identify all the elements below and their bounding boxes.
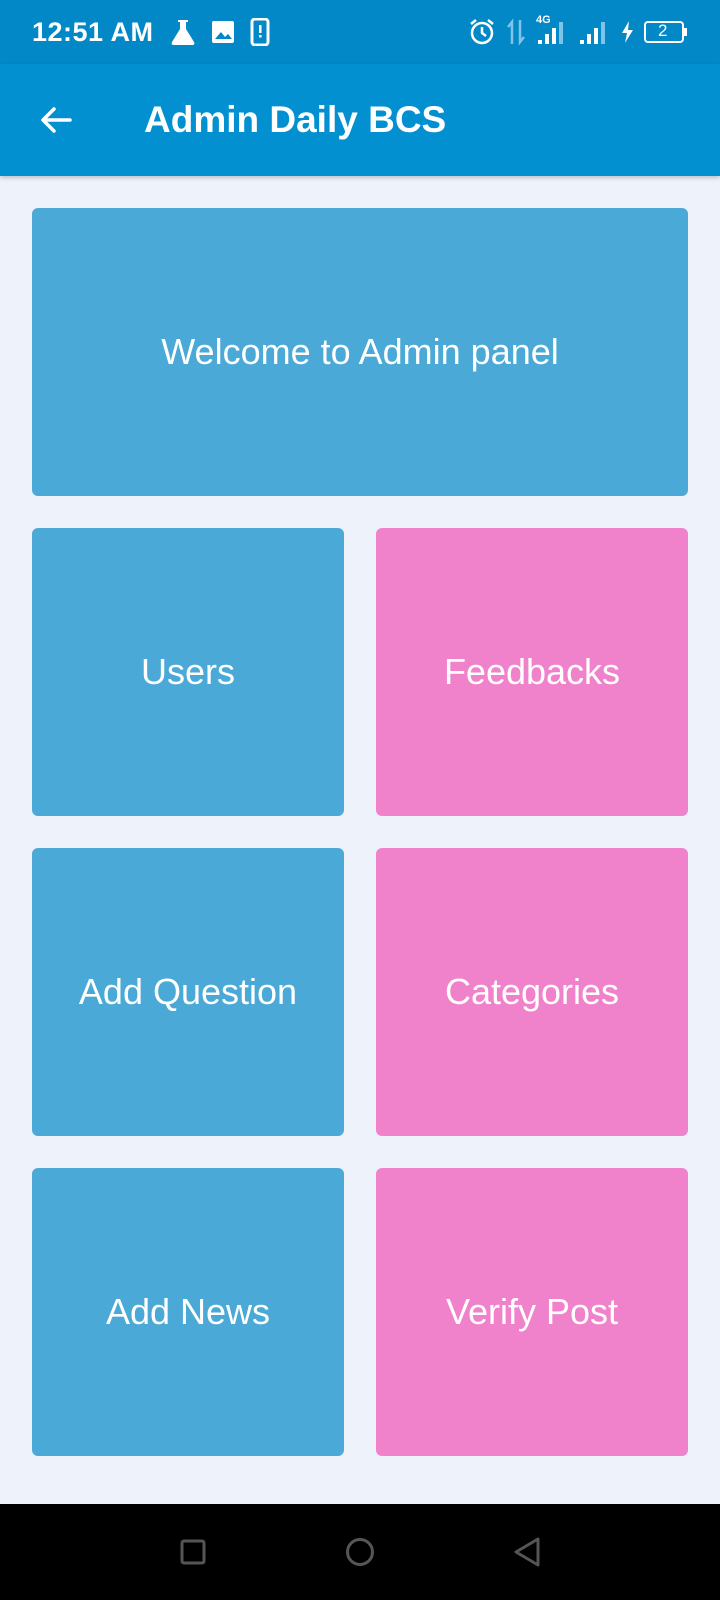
- phone-alert-icon: [250, 18, 270, 46]
- arrow-left-icon: [38, 102, 74, 138]
- categories-button[interactable]: Categories: [376, 848, 688, 1136]
- add-question-button[interactable]: Add Question: [32, 848, 344, 1136]
- status-system-icons: 4G 2: [468, 14, 688, 46]
- verify-post-label: Verify Post: [445, 1291, 619, 1332]
- flask-icon: [170, 18, 196, 46]
- status-notification-icons: [170, 18, 270, 46]
- alarm-icon: [468, 18, 496, 46]
- home-circle-icon: [344, 1536, 376, 1568]
- network-type-label: 4G: [536, 14, 551, 26]
- battery-icon: 2: [644, 20, 688, 44]
- home-button[interactable]: [330, 1522, 390, 1582]
- charging-icon: [620, 20, 634, 44]
- add-news-label: Add News: [105, 1291, 271, 1332]
- add-question-label: Add Question: [78, 971, 298, 1012]
- recents-square-icon: [179, 1538, 207, 1566]
- welcome-banner: Welcome to Admin panel: [32, 208, 688, 496]
- system-back-button[interactable]: [497, 1522, 557, 1582]
- verify-post-button[interactable]: Verify Post: [376, 1168, 688, 1456]
- back-button[interactable]: [28, 92, 84, 148]
- add-news-button[interactable]: Add News: [32, 1168, 344, 1456]
- signal-4g-icon: 4G: [536, 14, 568, 46]
- status-time: 12:51 AM: [32, 16, 154, 47]
- signal-icon: [578, 18, 610, 46]
- system-nav-bar: [0, 1504, 720, 1600]
- status-bar: 12:51 AM 4G 2: [0, 0, 720, 64]
- page-title: Admin Daily BCS: [144, 99, 447, 140]
- app-bar: Admin Daily BCS: [0, 64, 720, 176]
- back-triangle-icon: [512, 1536, 542, 1568]
- recents-button[interactable]: [163, 1522, 223, 1582]
- feedbacks-label: Feedbacks: [443, 651, 621, 692]
- image-icon: [210, 19, 236, 45]
- users-button[interactable]: Users: [32, 528, 344, 816]
- feedbacks-button[interactable]: Feedbacks: [376, 528, 688, 816]
- users-label: Users: [140, 651, 235, 692]
- battery-level: 2: [658, 21, 668, 40]
- data-arrows-icon: [506, 18, 526, 46]
- welcome-label: Welcome to Admin panel: [161, 331, 559, 372]
- categories-label: Categories: [444, 971, 620, 1012]
